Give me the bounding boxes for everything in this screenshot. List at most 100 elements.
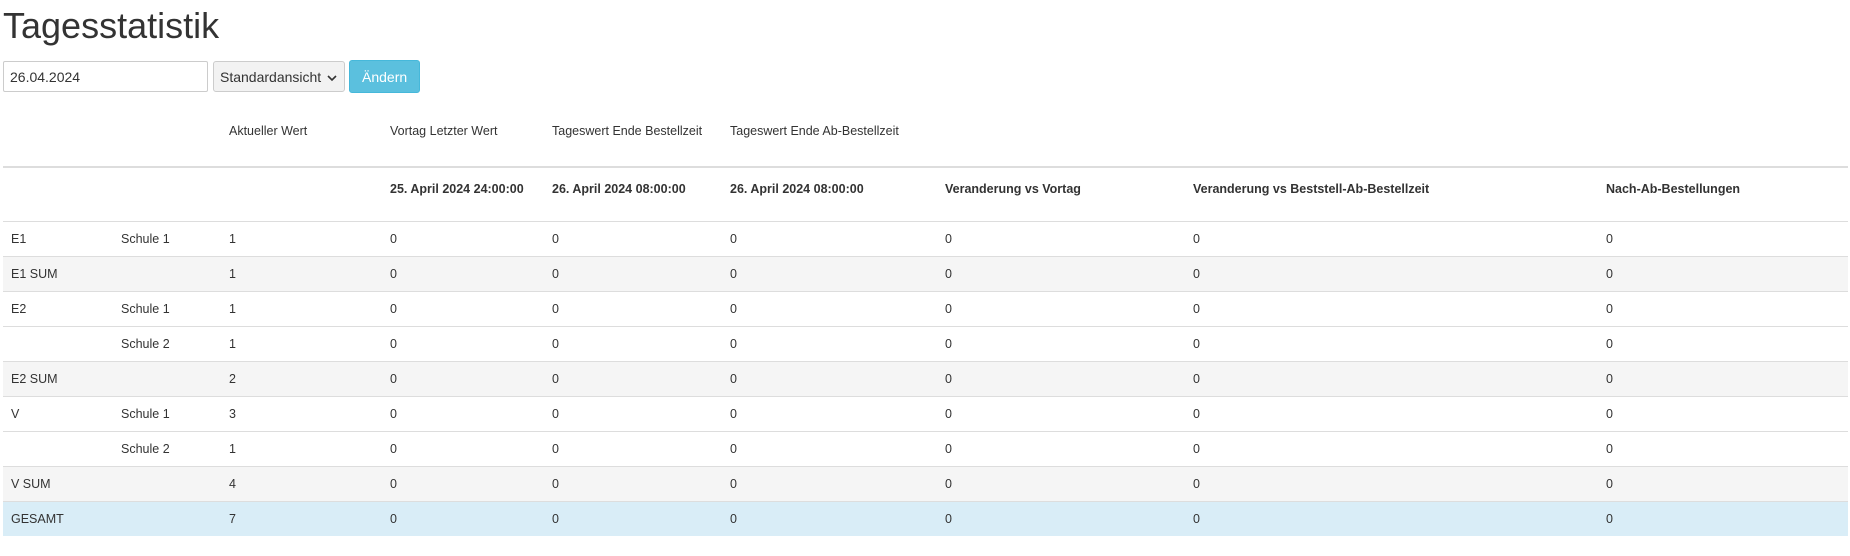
table-cell: Schule 1 xyxy=(113,220,221,256)
table-cell: 0 xyxy=(1598,500,1848,536)
table-body: E1 Schule 1 1 0 0 0 0 0 0 E1 SUM 1 0 0 0 0 0 0 E2 Schule 1… xyxy=(3,220,1848,536)
total-row: GESAMT 7 0 0 0 0 0 0 xyxy=(3,500,1848,536)
table-cell xyxy=(113,465,221,501)
table-cell: 0 xyxy=(544,220,722,256)
table-cell: 0 xyxy=(382,430,544,466)
table-cell: 0 xyxy=(1185,430,1598,466)
column-header: Tageswert Ende Ab-Bestellzeit xyxy=(722,111,937,168)
table-cell: 0 xyxy=(1185,500,1598,536)
column-header: Vortag Letzter Wert xyxy=(382,111,544,168)
column-subheader: Veranderung vs Beststell-Ab-Bestellzeit xyxy=(1185,167,1598,222)
table-cell: 7 xyxy=(221,500,382,536)
table-cell: 0 xyxy=(1598,465,1848,501)
column-header xyxy=(3,111,113,168)
table-cell: 0 xyxy=(544,465,722,501)
table-cell: E2 SUM xyxy=(3,360,113,396)
table-cell: 0 xyxy=(1185,255,1598,291)
table-cell: 0 xyxy=(1185,220,1598,256)
table-cell: 0 xyxy=(937,220,1185,256)
table-cell: 0 xyxy=(722,325,937,361)
table-row: E1 Schule 11000000 xyxy=(3,220,1848,256)
table-cell: 1 xyxy=(221,430,382,466)
table-cell: 0 xyxy=(544,255,722,291)
table-cell: 0 xyxy=(722,255,937,291)
table-cell: V xyxy=(3,395,113,431)
table-cell: 0 xyxy=(937,395,1185,431)
table-cell: 0 xyxy=(382,500,544,536)
table-cell: Schule 2 xyxy=(113,430,221,466)
table-cell: 0 xyxy=(382,395,544,431)
table-cell: 2 xyxy=(221,360,382,396)
table-subheader-row: 25. April 2024 24:00:00 26. April 2024 08… xyxy=(3,167,1848,222)
table-cell: 0 xyxy=(544,325,722,361)
table-cell: 0 xyxy=(1598,220,1848,256)
submit-button[interactable]: Ändern xyxy=(349,60,421,93)
table-cell: 0 xyxy=(382,255,544,291)
statistics-table: Aktueller Wert Vortag Letzter Wert Tageswe… xyxy=(3,111,1848,536)
table-cell: 1 xyxy=(221,220,382,256)
table-cell: E1 SUM xyxy=(3,255,113,291)
table-row: E2 Schule 11000000 xyxy=(3,290,1848,326)
table-cell xyxy=(3,430,113,466)
table-header-row: Aktueller Wert Vortag Letzter Wert Tageswe… xyxy=(3,111,1848,168)
sum-row: E2 SUM 2 0 0 0 0 0 0 xyxy=(3,360,1848,396)
chevron-down-icon xyxy=(326,71,338,83)
table-row: Schule 21000000 xyxy=(3,325,1848,361)
view-select[interactable]: Standardansicht xyxy=(213,61,345,92)
filter-bar: Standardansicht Ändern xyxy=(3,60,421,93)
table-cell: E1 xyxy=(3,220,113,256)
table-cell: 0 xyxy=(722,395,937,431)
column-subheader: Nach-Ab-Bestellungen xyxy=(1598,167,1848,222)
table-cell: Schule 1 xyxy=(113,290,221,326)
page-title: Tagesstatistik xyxy=(3,5,220,46)
table-cell: 0 xyxy=(1185,325,1598,361)
view-select-value: Standardansicht xyxy=(220,68,322,85)
table-cell: 0 xyxy=(937,500,1185,536)
date-input[interactable] xyxy=(3,61,208,92)
table-cell: 0 xyxy=(722,430,937,466)
table-cell: 0 xyxy=(382,360,544,396)
table-cell: 0 xyxy=(722,465,937,501)
table-cell xyxy=(113,255,221,291)
table-cell: 0 xyxy=(1185,465,1598,501)
table-cell: GESAMT xyxy=(3,500,113,536)
table-cell: 0 xyxy=(937,465,1185,501)
page: Tagesstatistik Standardansicht Ändern Ak… xyxy=(0,0,1850,556)
table-cell: 0 xyxy=(722,220,937,256)
sum-row: V SUM 4 0 0 0 0 0 0 xyxy=(3,465,1848,501)
table-cell: 0 xyxy=(1185,360,1598,396)
column-subheader: 26. April 2024 08:00:00 xyxy=(722,167,937,222)
column-header: Tageswert Ende Bestellzeit xyxy=(544,111,722,168)
table-cell: 0 xyxy=(1598,255,1848,291)
column-header: Aktueller Wert xyxy=(221,111,382,168)
column-subheader xyxy=(113,167,221,222)
table-cell: 0 xyxy=(382,325,544,361)
table-cell: 4 xyxy=(221,465,382,501)
table-cell: 0 xyxy=(1598,325,1848,361)
table-cell: 0 xyxy=(382,465,544,501)
sum-row: E1 SUM 1 0 0 0 0 0 0 xyxy=(3,255,1848,291)
table-cell: 0 xyxy=(544,395,722,431)
column-header xyxy=(1598,111,1848,168)
table-cell: 0 xyxy=(544,430,722,466)
table-cell: Schule 1 xyxy=(113,395,221,431)
table-cell: E2 xyxy=(3,290,113,326)
column-subheader: 26. April 2024 08:00:00 xyxy=(544,167,722,222)
column-header xyxy=(1185,111,1598,168)
table-cell: 0 xyxy=(937,255,1185,291)
column-header xyxy=(113,111,221,168)
column-subheader xyxy=(3,167,113,222)
table-row: Schule 21000000 xyxy=(3,430,1848,466)
column-subheader: Veranderung vs Vortag xyxy=(937,167,1185,222)
table-cell: 0 xyxy=(937,430,1185,466)
table-cell: 0 xyxy=(1598,290,1848,326)
table-cell: 0 xyxy=(544,360,722,396)
table-cell: 0 xyxy=(722,360,937,396)
table-cell: 0 xyxy=(722,290,937,326)
table-cell: 0 xyxy=(937,360,1185,396)
table-cell: 0 xyxy=(722,500,937,536)
table-cell: 1 xyxy=(221,255,382,291)
table-cell: V SUM xyxy=(3,465,113,501)
table-cell: 0 xyxy=(1185,290,1598,326)
table-cell: 0 xyxy=(382,220,544,256)
